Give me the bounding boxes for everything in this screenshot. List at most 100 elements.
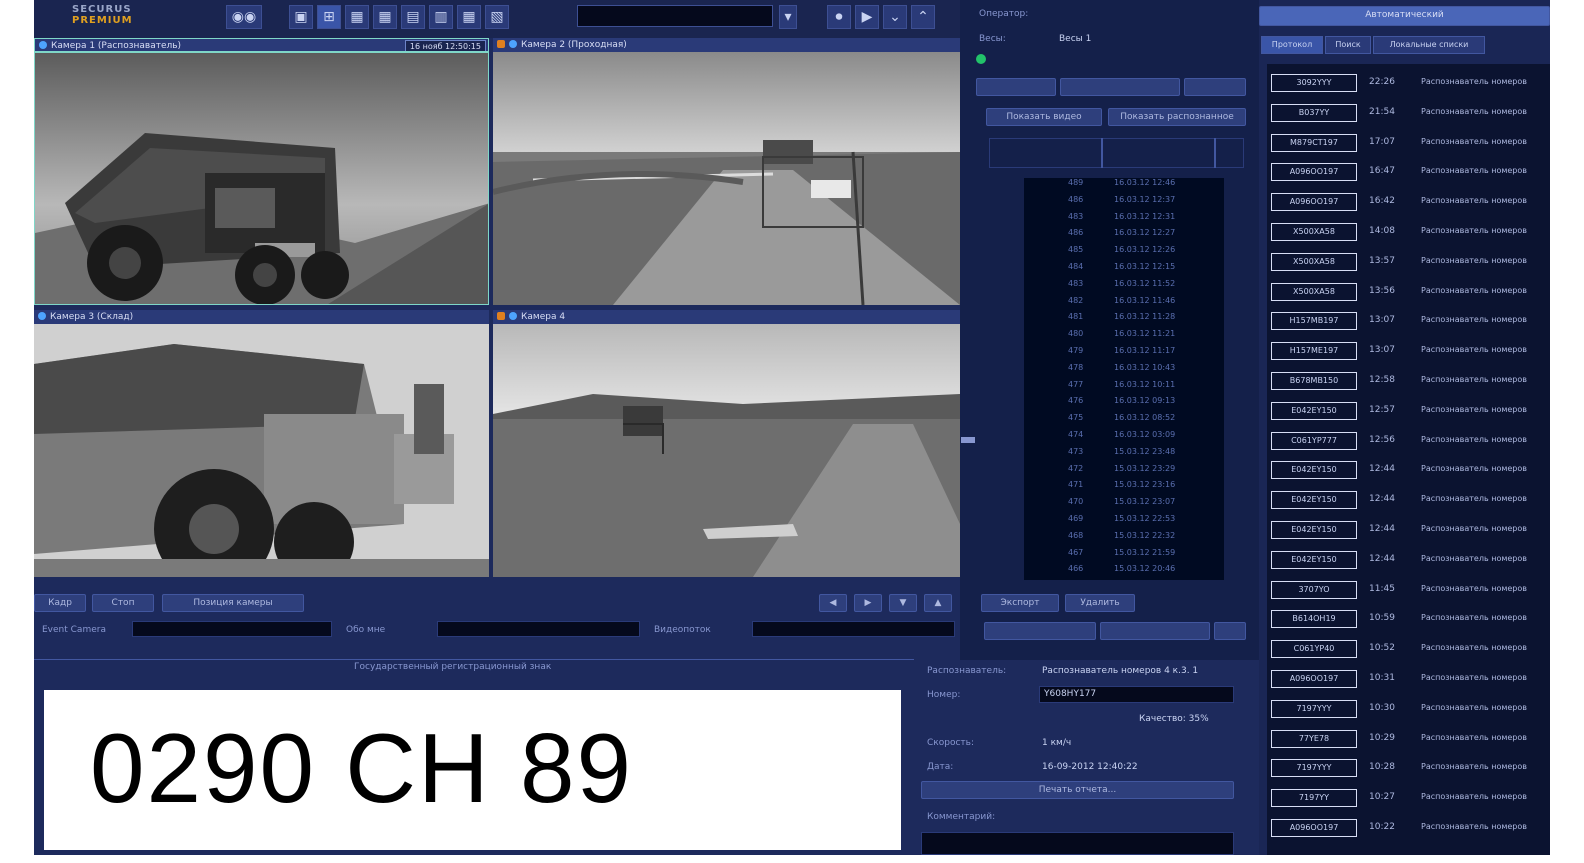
log-row[interactable]: X500XA58 13:57 Распознаватель номеров [1271,251,1550,273]
filter-tab-2[interactable] [1060,78,1180,96]
log-row[interactable]: B037YY 21:54 Распознаватель номеров [1271,102,1550,124]
play-icon[interactable]: ▶ [855,5,879,29]
dropdown-arrow-icon[interactable]: ▾ [779,5,797,29]
record-row[interactable]: 472 15.03.12 23:29 [1024,464,1224,481]
chevron-down-icon[interactable]: ⌄ [883,5,907,29]
camera-position-button[interactable]: Позиция камеры [162,594,304,612]
log-row[interactable]: E042EY150 12:44 Распознаватель номеров [1271,459,1550,481]
camera-2-header[interactable]: Камера 2 (Проходная) [493,38,960,52]
splitter-handle[interactable] [961,437,975,443]
log-row[interactable]: 7197YYY 10:30 Распознаватель номеров [1271,698,1550,720]
record-row[interactable]: 467 15.03.12 21:59 [1024,548,1224,565]
log-row[interactable]: A096OO197 10:31 Распознаватель номеров [1271,668,1550,690]
tab-search[interactable]: Поиск [1325,36,1371,54]
chevron-up-icon[interactable]: ⌃ [911,5,935,29]
record-row[interactable]: 466 15.03.12 20:46 [1024,564,1224,580]
log-row[interactable]: C061YP777 12:56 Распознаватель номеров [1271,430,1550,452]
layout-3x3-icon[interactable]: ▦ [345,5,369,29]
layout-grid-icon[interactable]: ▦ [457,5,481,29]
log-list[interactable]: 3092YYY 22:26 Распознаватель номеров B037YY… [1267,64,1550,855]
layout-select-field[interactable] [577,5,773,27]
log-row[interactable]: E042EY150 12:57 Распознаватель номеров [1271,400,1550,422]
log-row[interactable]: A096OO197 16:47 Распознаватель номеров [1271,161,1550,183]
layout-2x2-icon[interactable]: ⊞ [317,5,341,29]
camera-3-view[interactable] [34,324,489,577]
layout-4x4-icon[interactable]: ▦ [373,5,397,29]
record-row[interactable]: 485 16.03.12 12:26 [1024,245,1224,262]
log-row[interactable]: 77YE78 10:29 Распознаватель номеров [1271,728,1550,750]
log-row[interactable]: X500XA58 13:56 Распознаватель номеров [1271,281,1550,303]
comment-field[interactable] [921,832,1234,855]
record-row[interactable]: 484 16.03.12 12:15 [1024,262,1224,279]
record-row[interactable]: 473 15.03.12 23:48 [1024,447,1224,464]
ptz-down-icon[interactable]: ▼ [889,594,917,612]
record-icon[interactable]: ⏺ [827,5,851,29]
log-row[interactable]: A096OO197 10:22 Распознаватель номеров [1271,817,1550,839]
stream-field[interactable] [752,621,955,637]
record-row[interactable]: 474 16.03.12 03:09 [1024,430,1224,447]
log-row[interactable]: H157ME197 13:07 Распознаватель номеров [1271,340,1550,362]
layout-1x1-icon[interactable]: ▣ [289,5,313,29]
log-row[interactable]: C061YP40 10:52 Распознаватель номеров [1271,638,1550,660]
number-field[interactable]: Y608HY177 [1039,686,1234,703]
layout-1-7-icon[interactable]: ▥ [429,5,453,29]
record-row[interactable]: 486 16.03.12 12:37 [1024,195,1224,212]
camera-1-view[interactable] [34,52,489,305]
delete-button[interactable]: Удалить [1065,594,1135,612]
log-row[interactable]: 3092YYY 22:26 Распознаватель номеров [1271,72,1550,94]
filter-tab-1[interactable] [976,78,1056,96]
record-row[interactable]: 478 16.03.12 10:43 [1024,363,1224,380]
record-row[interactable]: 482 16.03.12 11:46 [1024,296,1224,313]
event-camera-field[interactable] [132,621,332,637]
log-row[interactable]: B678MB150 12:58 Распознаватель номеров [1271,370,1550,392]
bottom-tab-3[interactable] [1214,622,1246,640]
about-field[interactable] [437,621,640,637]
show-video-button[interactable]: Показать видео [986,108,1102,126]
log-row[interactable]: H157MB197 13:07 Распознаватель номеров [1271,310,1550,332]
ptz-right-icon[interactable]: ▶ [854,594,882,612]
record-row[interactable]: 470 15.03.12 23:07 [1024,497,1224,514]
show-recognized-button[interactable]: Показать распознанное [1108,108,1246,126]
record-row[interactable]: 469 15.03.12 22:53 [1024,514,1224,531]
log-row[interactable]: B614OH19 10:59 Распознаватель номеров [1271,608,1550,630]
automatic-mode-button[interactable]: Автоматический [1259,6,1550,26]
bottom-tab-1[interactable] [984,622,1096,640]
log-row[interactable]: 7197YYY 10:28 Распознаватель номеров [1271,757,1550,779]
camera-4-header[interactable]: Камера 4 [493,310,960,324]
camera-1-header[interactable]: Камера 1 (Распознаватель) 16 нояб 12:50:… [34,38,489,52]
camera-4-view[interactable] [493,324,960,577]
filter-tab-3[interactable] [1184,78,1246,96]
camera-3-header[interactable]: Камера 3 (Склад) [34,310,489,324]
record-row[interactable]: 477 16.03.12 10:11 [1024,380,1224,397]
log-row[interactable]: A096OO197 16:42 Распознаватель номеров [1271,191,1550,213]
export-button[interactable]: Экспорт [981,594,1059,612]
log-row[interactable]: M879CT197 17:07 Распознаватель номеров [1271,132,1550,154]
layout-custom-icon[interactable]: ▧ [485,5,509,29]
camera-2-view[interactable] [493,52,960,305]
log-row[interactable]: X500XA58 14:08 Распознаватель номеров [1271,221,1550,243]
record-row[interactable]: 479 16.03.12 11:17 [1024,346,1224,363]
ptz-left-icon[interactable]: ◀ [819,594,847,612]
record-row[interactable]: 483 16.03.12 12:31 [1024,212,1224,229]
log-row[interactable]: 3707YO 11:45 Распознаватель номеров [1271,579,1550,601]
frame-button[interactable]: Кадр [34,594,86,612]
stop-button[interactable]: Стоп [92,594,154,612]
record-row[interactable]: 489 16.03.12 12:46 [1024,178,1224,195]
tab-local-lists[interactable]: Локальные списки [1373,36,1485,54]
log-row[interactable]: 7197YY 10:27 Распознаватель номеров [1271,787,1550,809]
record-row[interactable]: 468 15.03.12 22:32 [1024,531,1224,548]
log-row[interactable]: E042EY150 12:44 Распознаватель номеров [1271,549,1550,571]
record-row[interactable]: 475 16.03.12 08:52 [1024,413,1224,430]
record-row[interactable]: 480 16.03.12 11:21 [1024,329,1224,346]
record-row[interactable]: 486 16.03.12 12:27 [1024,228,1224,245]
camera-group-icon[interactable]: ◉◉ [226,5,262,29]
layout-1-5-icon[interactable]: ▤ [401,5,425,29]
record-row[interactable]: 483 16.03.12 11:52 [1024,279,1224,296]
tab-protocol[interactable]: Протокол [1261,36,1323,54]
record-row[interactable]: 476 16.03.12 09:13 [1024,396,1224,413]
bottom-tab-2[interactable] [1100,622,1210,640]
record-row[interactable]: 481 16.03.12 11:28 [1024,312,1224,329]
record-row[interactable]: 471 15.03.12 23:16 [1024,480,1224,497]
log-row[interactable]: E042EY150 12:44 Распознаватель номеров [1271,489,1550,511]
print-report-button[interactable]: Печать отчета... [921,781,1234,799]
